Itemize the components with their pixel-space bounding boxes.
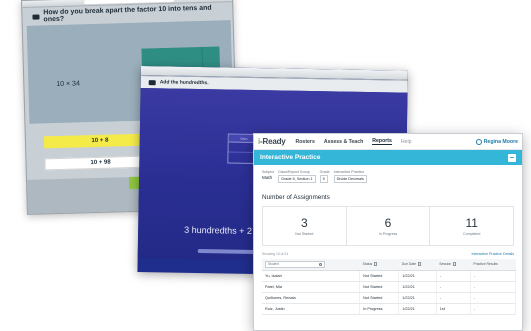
user-avatar-icon — [475, 138, 482, 145]
card-in-progress[interactable]: 6 In Progress — [347, 207, 431, 245]
subject-value: Math — [262, 175, 273, 180]
status-column-header[interactable]: Status — [359, 259, 399, 271]
subject-label: Subject — [262, 170, 274, 174]
card-label: Not Started — [295, 232, 314, 236]
nav-help[interactable]: Help — [401, 139, 412, 145]
class-label: Class/Report Group — [278, 170, 310, 174]
top-nav: i-Ready Rosters Assess & Teach Reports H… — [254, 134, 522, 150]
search-icon[interactable] — [319, 262, 322, 266]
student-name[interactable]: Ruiz, Justin — [262, 303, 361, 315]
user-name: Regina Moore — [483, 138, 518, 145]
nav-rosters[interactable]: Rosters — [296, 139, 315, 145]
session-cell: 1st — [436, 303, 471, 315]
speaker-icon[interactable] — [32, 13, 40, 20]
assignment-summary: 3 Not Started 6 In Progress 11 Completed — [262, 206, 514, 246]
student-column-header: Student — [262, 259, 360, 271]
table-row[interactable]: Patel, Mia Not Started 1/22/21 - - — [262, 281, 517, 293]
session-column-header[interactable]: Session — [436, 259, 471, 271]
speaker-icon[interactable] — [148, 79, 156, 85]
class-select[interactable]: Grade 5, Section 1 — [278, 175, 316, 183]
status-cell: In Progress — [359, 303, 400, 315]
filter-bar: Subject Math Class/Report Group Grade 5,… — [254, 165, 522, 183]
banner-menu-button[interactable] — [508, 153, 516, 162]
result-cell: - — [470, 292, 517, 304]
card-count: 3 — [300, 216, 308, 230]
session-cell: - — [436, 292, 471, 304]
status-cell: Not Started — [359, 270, 400, 282]
subject-filter: Subject Math — [262, 170, 274, 183]
card-count: 11 — [465, 216, 478, 230]
due-column-header[interactable]: Due Date — [398, 259, 437, 271]
card-label: Completed — [462, 232, 481, 236]
result-cell: - — [470, 270, 517, 282]
results-column-header: Practice Results — [470, 259, 516, 271]
practice-filter: Interactive Practice Divide Decimals — [333, 170, 367, 183]
status-cell: Not Started — [359, 292, 400, 304]
section-title: Number of Assignments — [262, 194, 330, 201]
table-meta: Showing 10 of 24 Interactive Practice De… — [254, 246, 522, 256]
grade-label: Grade — [319, 170, 330, 174]
search-placeholder: Student — [268, 262, 279, 267]
page-title[interactable]: Interactive Practice — [260, 154, 320, 161]
student-name[interactable]: Quiñones, Renata — [262, 292, 361, 304]
class-filter: Class/Report Group Grade 5, Section 1 — [278, 170, 316, 183]
result-cell: - — [470, 281, 517, 293]
user-menu[interactable]: Regina Moore — [475, 138, 518, 145]
table-header-row: Student Status Due Date Session Practice… — [262, 259, 516, 271]
student-table: Student Status Due Date Session Practice… — [262, 259, 517, 315]
page-banner: Interactive Practice — [254, 150, 522, 165]
due-date-cell: 1/22/21 — [398, 303, 437, 315]
table-row[interactable]: Yu, Isaiah Not Started 1/22/21 - - — [262, 270, 517, 282]
card-completed[interactable]: 11 Completed — [430, 207, 513, 245]
sort-icon — [374, 262, 378, 267]
menu-icon — [510, 157, 514, 158]
iready-logo[interactable]: i-Ready — [258, 137, 286, 146]
details-link[interactable]: Interactive Practice Details — [471, 252, 514, 256]
lesson-title: Add the hundredths. — [159, 79, 209, 87]
due-date-cell: 1/22/21 — [398, 292, 437, 304]
showing-count: Showing 10 of 24 — [262, 252, 289, 256]
due-date-cell: 1/22/21 — [398, 281, 437, 293]
practice-label: Interactive Practice — [333, 170, 365, 174]
grade-filter: Grade 5 — [319, 170, 330, 183]
table-row[interactable]: Quiñones, Renata Not Started 1/22/21 - - — [262, 292, 517, 304]
session-cell: - — [436, 270, 471, 282]
expression-text: 10 × 34 — [56, 80, 81, 89]
sort-icon — [418, 262, 422, 267]
grade-select[interactable]: 5 — [319, 175, 328, 183]
due-date-cell: 1/22/21 — [398, 270, 437, 282]
nav-assess-teach[interactable]: Assess & Teach — [324, 139, 363, 145]
nav-reports[interactable]: Reports — [372, 138, 392, 145]
card-label: In Progress — [378, 232, 398, 236]
card-count: 6 — [384, 216, 392, 230]
progress-scrollbar[interactable] — [197, 249, 258, 255]
iready-report-window: i-Ready Rosters Assess & Teach Reports H… — [253, 133, 523, 331]
status-cell: Not Started — [359, 281, 400, 293]
sort-icon — [453, 262, 457, 267]
student-name[interactable]: Patel, Mia — [262, 281, 361, 293]
student-name[interactable]: Yu, Isaiah — [262, 270, 361, 282]
table-row[interactable]: Ruiz, Justin In Progress 1/22/21 1st - — [262, 303, 517, 315]
practice-select[interactable]: Divide Decimals — [333, 175, 367, 183]
address-bar[interactable] — [84, 0, 175, 5]
card-not-started[interactable]: 3 Not Started — [263, 207, 347, 245]
result-cell: - — [470, 303, 517, 315]
student-search-input[interactable]: Student — [265, 260, 325, 268]
session-cell: - — [436, 281, 471, 293]
